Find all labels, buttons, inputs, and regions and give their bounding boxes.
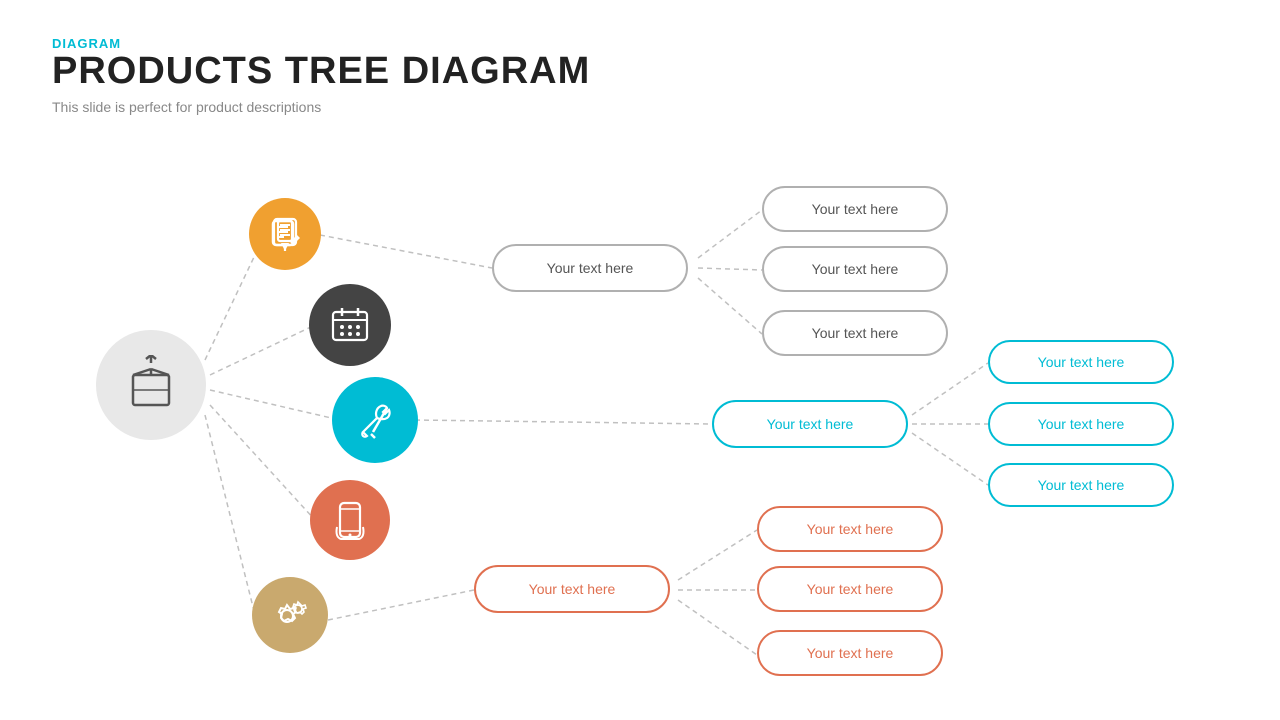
tools-icon <box>353 398 397 442</box>
gray-label-1: Your text here <box>812 201 899 217</box>
teal-mid-label: Your text here <box>767 416 854 432</box>
orange-pill-3[interactable]: Your text here <box>757 630 943 676</box>
teal-label-2: Your text here <box>1038 416 1125 432</box>
top-mid-pill[interactable]: Your text here <box>492 244 688 292</box>
top-mid-label: Your text here <box>547 260 634 276</box>
gray-label-3: Your text here <box>812 325 899 341</box>
orange-pill-2[interactable]: Your text here <box>757 566 943 612</box>
calendar-icon <box>329 304 371 346</box>
branch-icon-gear <box>252 577 328 653</box>
orange-pill-1[interactable]: Your text here <box>757 506 943 552</box>
orange-label-2: Your text here <box>807 581 894 597</box>
gray-pill-2[interactable]: Your text here <box>762 246 948 292</box>
branch-icon-phone <box>310 480 390 560</box>
teal-pill-2[interactable]: Your text here <box>988 402 1174 446</box>
orange-label-3: Your text here <box>807 645 894 661</box>
branch-icon-pencil <box>249 198 321 270</box>
gray-label-2: Your text here <box>812 261 899 277</box>
header-subtitle: This slide is perfect for product descri… <box>52 99 590 115</box>
teal-pill-1[interactable]: Your text here <box>988 340 1174 384</box>
phone-icon <box>329 499 371 541</box>
branch-icon-calendar <box>309 284 391 366</box>
teal-label-3: Your text here <box>1038 477 1125 493</box>
gray-pill-3[interactable]: Your text here <box>762 310 948 356</box>
orange-label-1: Your text here <box>807 521 894 537</box>
header-title: PRODUCTS TREE DIAGRAM <box>52 51 590 93</box>
gear-icon <box>270 595 310 635</box>
header: DIAGRAM PRODUCTS TREE DIAGRAM This slide… <box>52 36 590 115</box>
bottom-mid-pill[interactable]: Your text here <box>474 565 670 613</box>
teal-pill-3[interactable]: Your text here <box>988 463 1174 507</box>
center-icon-circle <box>96 330 206 440</box>
branch-icon-tools <box>332 377 418 463</box>
teal-mid-pill[interactable]: Your text here <box>712 400 908 448</box>
pencil-edit-icon <box>267 216 303 252</box>
box-icon <box>121 355 181 415</box>
header-label: DIAGRAM <box>52 36 590 51</box>
teal-label-1: Your text here <box>1038 354 1125 370</box>
gray-pill-1[interactable]: Your text here <box>762 186 948 232</box>
bottom-mid-label: Your text here <box>529 581 616 597</box>
